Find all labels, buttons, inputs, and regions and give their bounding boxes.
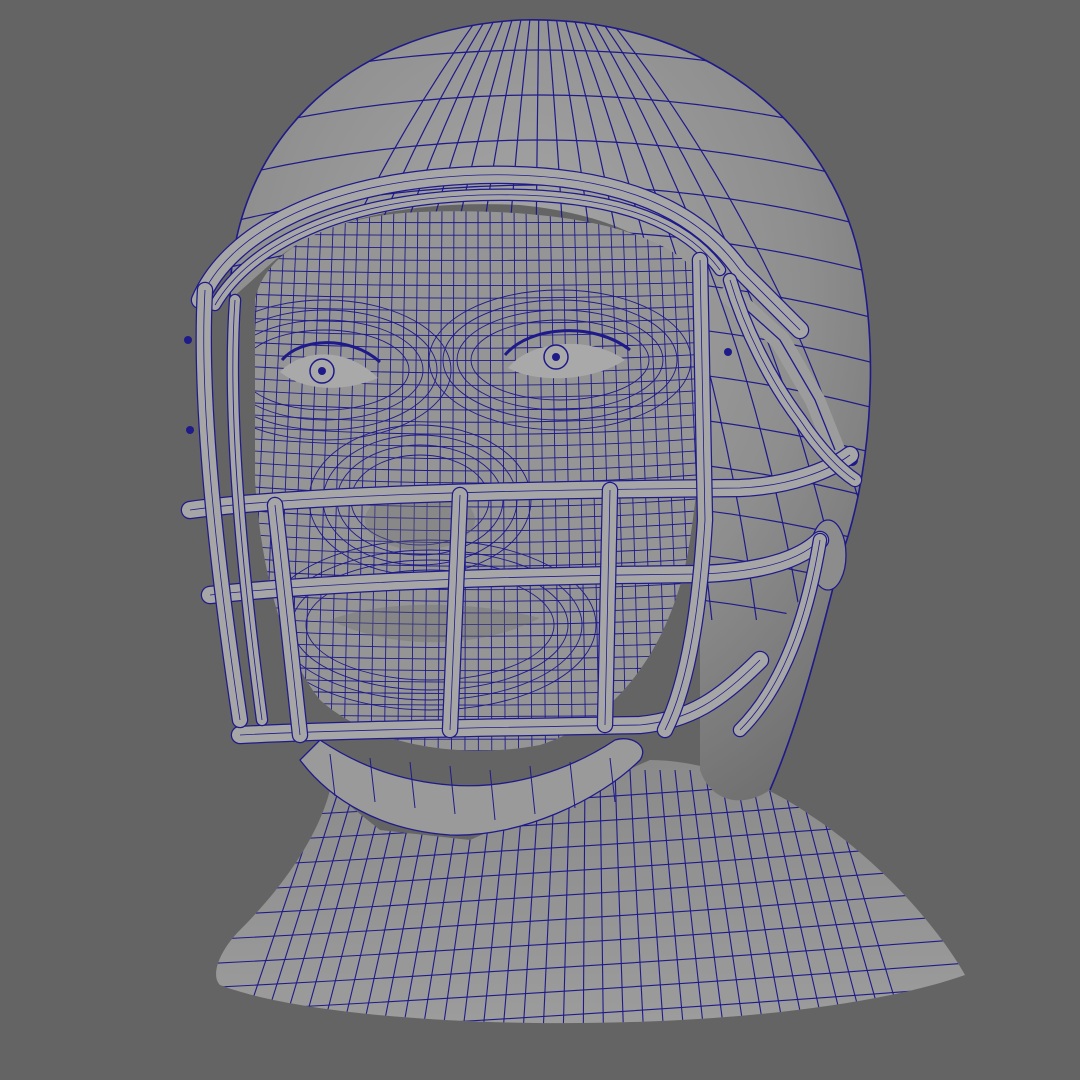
facemask-bar xyxy=(596,481,619,734)
scene-canvas xyxy=(180,19,965,1024)
neck-mesh xyxy=(216,760,965,1024)
3d-viewport[interactable] xyxy=(0,0,1080,1080)
facemask-bar xyxy=(441,486,469,739)
